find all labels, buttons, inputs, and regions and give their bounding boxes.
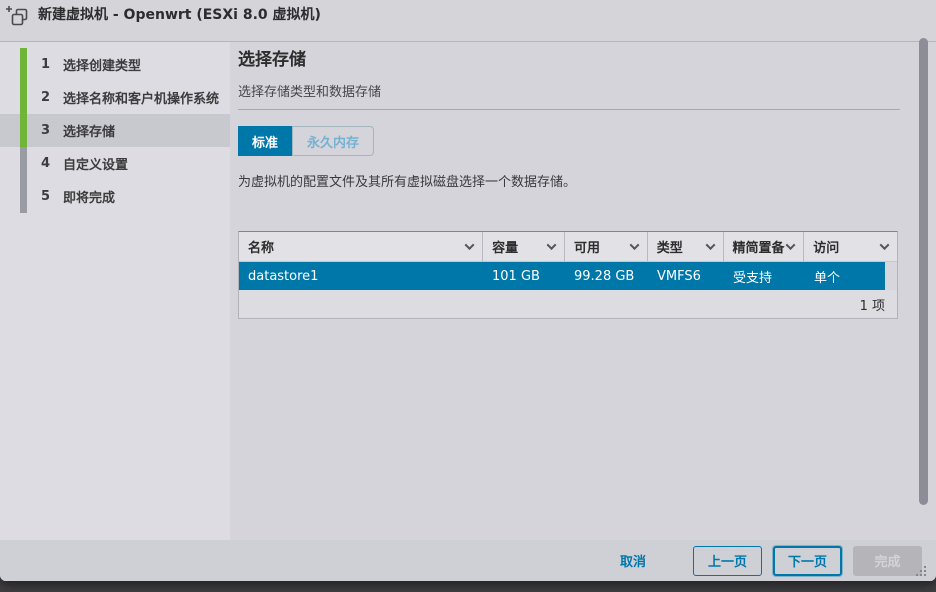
next-button[interactable]: 下一页 — [773, 546, 842, 576]
table-scrollbar-gutter — [885, 262, 897, 290]
step-number: 5 — [41, 180, 51, 213]
step-label: 选择创建类型 — [63, 48, 141, 81]
cell-thin-provisioning: 受支持 — [724, 262, 805, 290]
chevron-down-icon[interactable] — [786, 240, 796, 250]
step-progress-bar — [20, 147, 27, 180]
cell-type: VMFS6 — [648, 262, 724, 290]
column-header-access[interactable]: 访问 — [803, 232, 897, 261]
new-vm-wizard-dialog: 新建虚拟机 - Openwrt (ESXi 8.0 虚拟机) 1 选择创建类型 … — [0, 0, 936, 581]
table-footer: 1 项 — [239, 290, 897, 318]
tab-persistent-memory[interactable]: 永久内存 — [292, 126, 374, 156]
cell-access: 单个 — [805, 262, 885, 290]
step-label: 选择名称和客户机操作系统 — [63, 81, 219, 114]
item-count: 1 项 — [860, 295, 885, 314]
step-progress-bar — [20, 48, 27, 81]
step-number: 2 — [41, 81, 51, 114]
step-progress-bar — [20, 114, 27, 147]
step-number: 3 — [41, 114, 51, 147]
back-button[interactable]: 上一页 — [693, 546, 762, 576]
chevron-down-icon[interactable] — [629, 240, 639, 250]
section-divider — [238, 109, 900, 110]
dialog-titlebar: 新建虚拟机 - Openwrt (ESXi 8.0 虚拟机) — [0, 0, 936, 42]
step-progress-bar — [20, 81, 27, 114]
wizard-step-3-current[interactable]: 3 选择存储 — [0, 114, 230, 147]
cell-free: 99.28 GB — [565, 262, 648, 290]
wizard-step-2[interactable]: 2 选择名称和客户机操作系统 — [0, 81, 230, 114]
resize-grip[interactable] — [913, 563, 927, 577]
datastore-table-header: 名称 容量 可用 类型 — [239, 232, 897, 262]
column-header-type[interactable]: 类型 — [647, 232, 723, 261]
page-subtitle: 选择存储类型和数据存储 — [238, 81, 936, 100]
chevron-down-icon[interactable] — [465, 240, 475, 250]
column-header-label: 类型 — [657, 237, 683, 256]
cell-name: datastore1 — [239, 262, 483, 290]
wizard-footer: 取消 上一页 下一页 完成 — [0, 540, 936, 581]
datastore-table: 名称 容量 可用 类型 — [238, 231, 898, 319]
main-content: 选择存储 选择存储类型和数据存储 标准 永久内存 为虚拟机的配置文件及其所有虚拟… — [230, 42, 936, 540]
new-vm-icon — [6, 5, 30, 27]
step-progress-bar — [20, 180, 27, 213]
column-header-label: 可用 — [574, 237, 600, 256]
datastore-instruction-text: 为虚拟机的配置文件及其所有虚拟磁盘选择一个数据存储。 — [238, 171, 936, 190]
vertical-scrollbar-thumb[interactable] — [919, 38, 928, 505]
cancel-button[interactable]: 取消 — [608, 546, 658, 576]
finish-button-disabled: 完成 — [853, 546, 922, 576]
column-header-free[interactable]: 可用 — [564, 232, 647, 261]
column-header-label: 名称 — [248, 237, 274, 256]
column-header-capacity[interactable]: 容量 — [482, 232, 564, 261]
dialog-body: 1 选择创建类型 2 选择名称和客户机操作系统 3 选择存储 4 自定义设置 5 — [0, 42, 936, 540]
step-number: 4 — [41, 147, 51, 180]
step-label: 选择存储 — [63, 114, 115, 147]
cell-capacity: 101 GB — [483, 262, 565, 290]
chevron-down-icon[interactable] — [705, 240, 715, 250]
page-title: 选择存储 — [238, 48, 936, 72]
tab-standard[interactable]: 标准 — [238, 126, 292, 156]
column-header-thin-provisioning[interactable]: 精简置备 — [723, 232, 804, 261]
column-header-label: 容量 — [492, 237, 518, 256]
step-number: 1 — [41, 48, 51, 81]
resize-grip-dots — [913, 563, 915, 565]
step-label: 自定义设置 — [63, 147, 128, 180]
wizard-steps-sidebar: 1 选择创建类型 2 选择名称和客户机操作系统 3 选择存储 4 自定义设置 5 — [0, 42, 230, 540]
step-label: 即将完成 — [63, 180, 115, 213]
chevron-down-icon[interactable] — [880, 240, 890, 250]
table-row-datastore1-selected[interactable]: datastore1 101 GB 99.28 GB VMFS6 受支持 单个 — [239, 262, 885, 290]
column-header-name[interactable]: 名称 — [239, 232, 482, 261]
wizard-step-5[interactable]: 5 即将完成 — [0, 180, 230, 213]
wizard-step-4[interactable]: 4 自定义设置 — [0, 147, 230, 180]
wizard-step-1[interactable]: 1 选择创建类型 — [0, 48, 230, 81]
dialog-title: 新建虚拟机 - Openwrt (ESXi 8.0 虚拟机) — [38, 5, 321, 25]
column-header-label: 精简置备 — [733, 237, 785, 256]
table-row-container: datastore1 101 GB 99.28 GB VMFS6 受支持 单个 — [239, 262, 897, 290]
storage-type-tabs: 标准 永久内存 — [238, 126, 374, 156]
column-header-label: 访问 — [813, 237, 839, 256]
chevron-down-icon[interactable] — [546, 240, 556, 250]
